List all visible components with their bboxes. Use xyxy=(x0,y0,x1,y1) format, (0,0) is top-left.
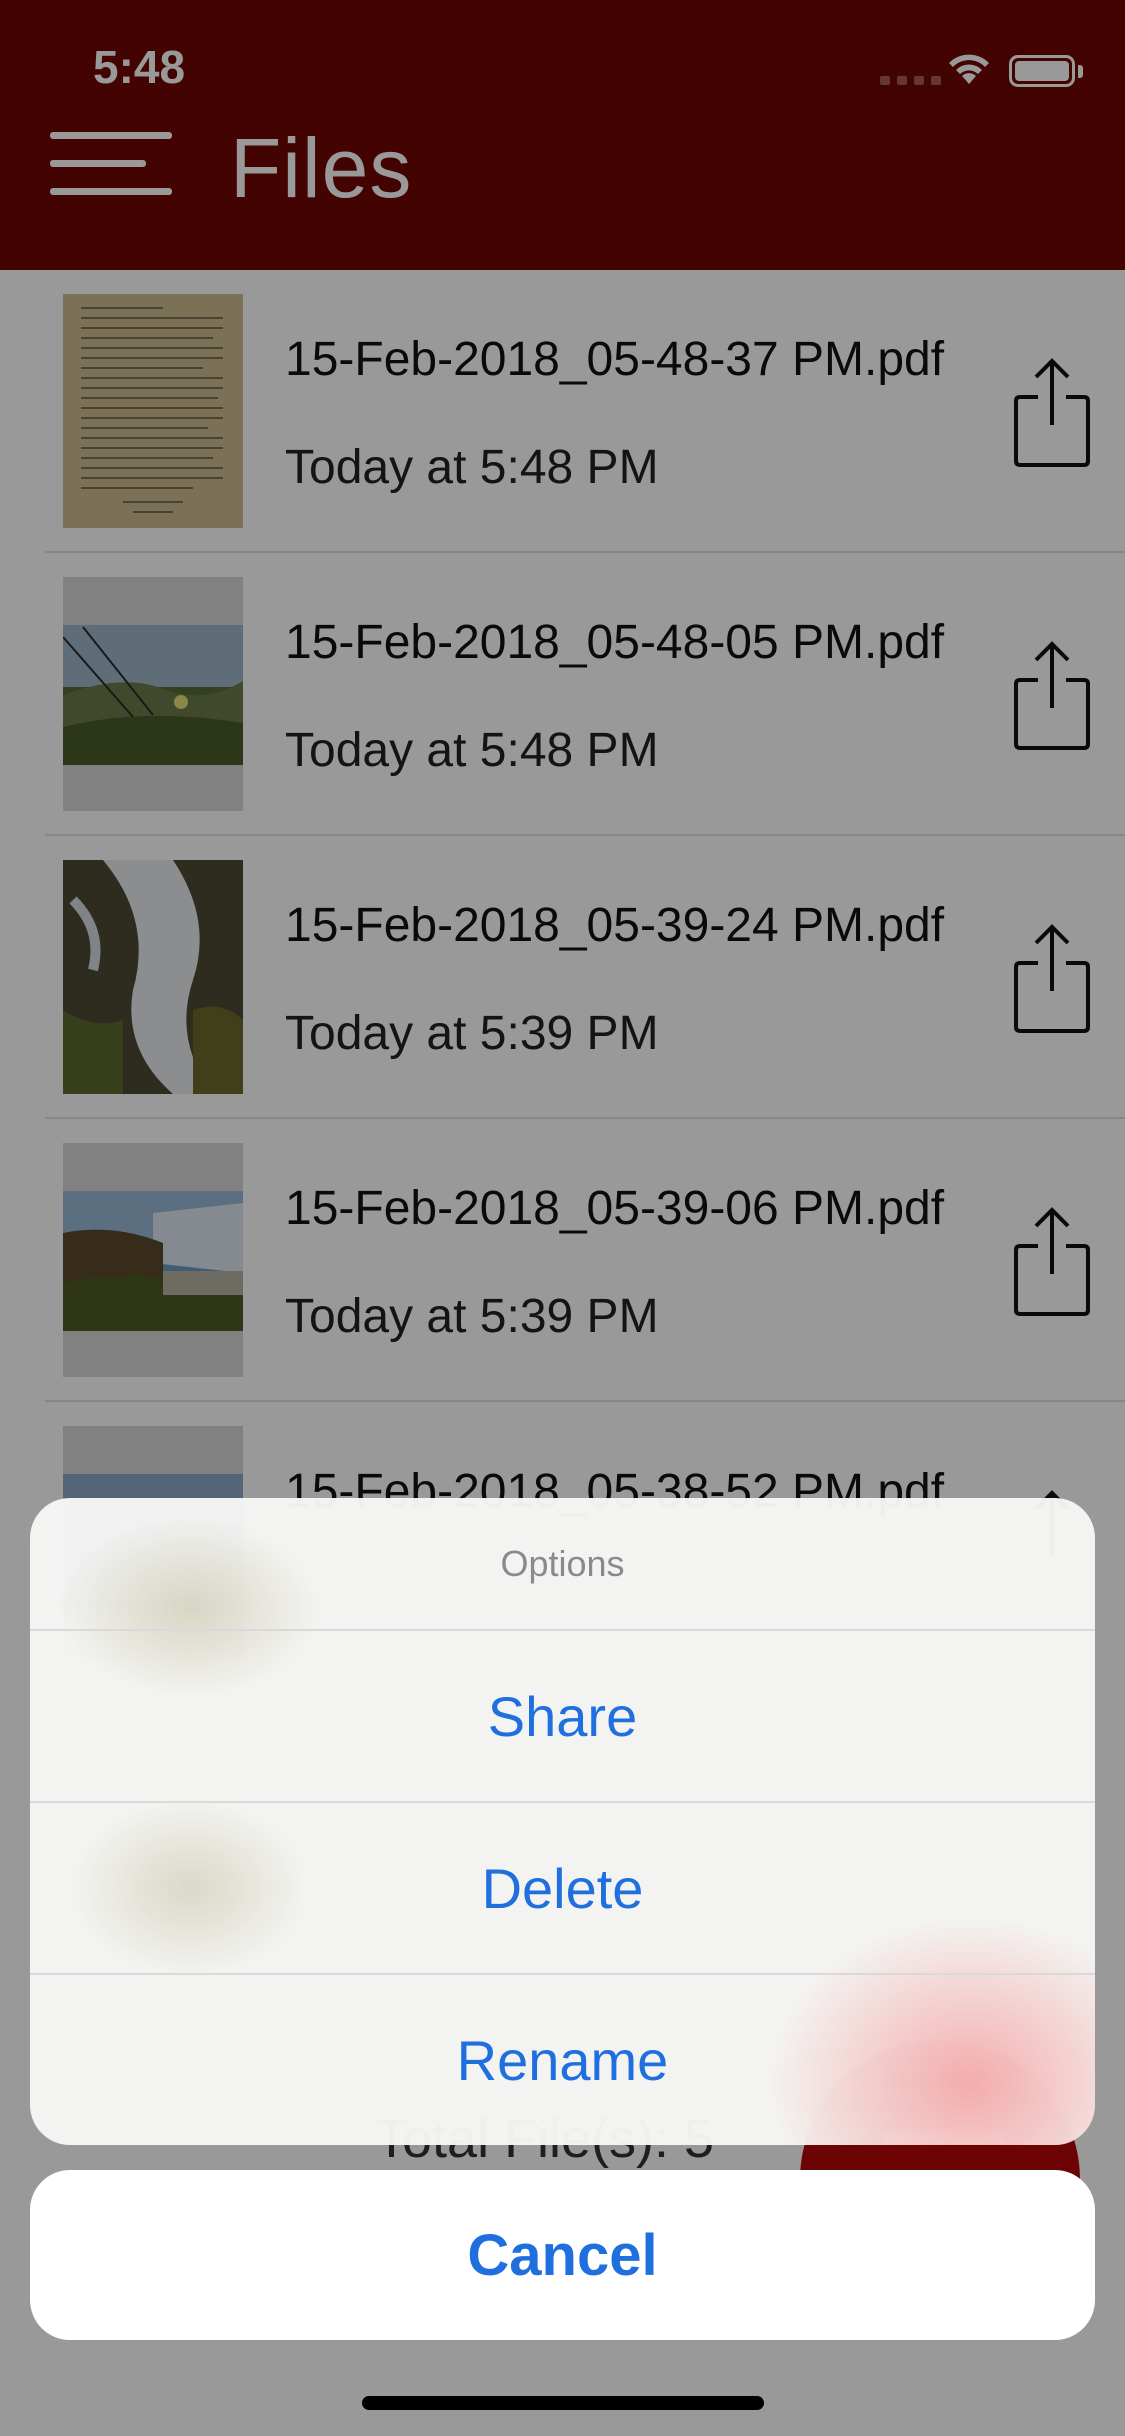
delete-action-button[interactable]: Delete xyxy=(30,1803,1095,1973)
share-action-button[interactable]: Share xyxy=(30,1631,1095,1801)
options-action-sheet: Options Share Delete Rename xyxy=(30,1498,1095,2145)
cancel-button[interactable]: Cancel xyxy=(30,2170,1095,2340)
action-sheet-title: Options xyxy=(500,1543,625,1584)
home-indicator[interactable] xyxy=(362,2396,764,2410)
rename-action-button[interactable]: Rename xyxy=(30,1975,1095,2145)
